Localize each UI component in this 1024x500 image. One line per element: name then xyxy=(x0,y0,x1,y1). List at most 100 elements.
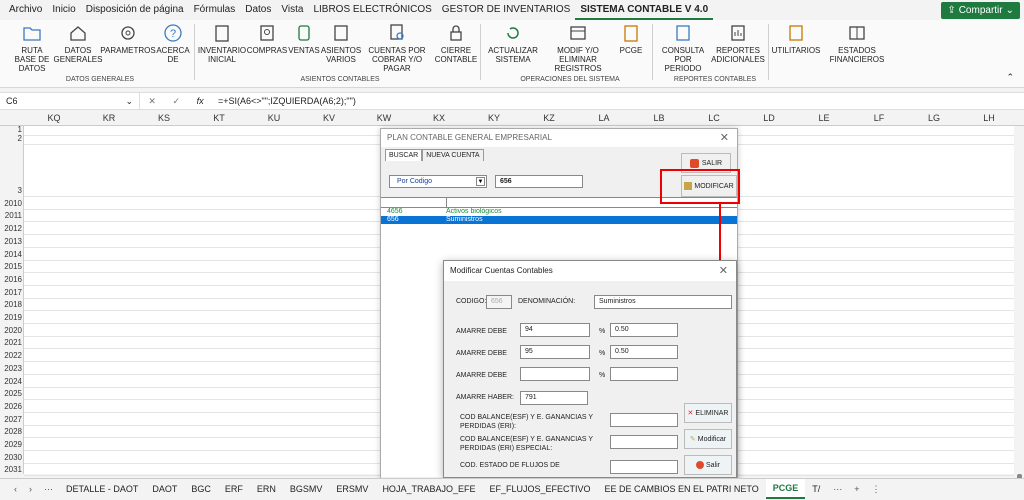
sheet-tab[interactable]: HOJA_TRABAJO_EFE xyxy=(375,479,482,500)
ventas-button[interactable]: VENTAS xyxy=(288,22,320,55)
menu-vista[interactable]: Vista xyxy=(276,0,308,20)
debe-field-3[interactable] xyxy=(520,367,590,381)
formula-input[interactable]: =+SI(A6<>"";IZQUIERDA(A6;2);"") xyxy=(212,96,1024,106)
pct-field-2[interactable]: 0.50 xyxy=(610,345,678,359)
tab-options-icon[interactable]: ⋮ xyxy=(865,484,886,495)
column-header[interactable]: LA xyxy=(576,113,632,123)
pct-field-3[interactable] xyxy=(610,367,678,381)
row-header[interactable]: 2010 xyxy=(0,199,24,208)
column-header[interactable]: KY xyxy=(466,113,522,123)
acerca-button[interactable]: ? ACERCA DE xyxy=(156,22,190,64)
share-button[interactable]: ⇪ Compartir ⌄ xyxy=(941,2,1020,19)
ribbon-collapse-icon[interactable]: ⌃ xyxy=(1006,72,1014,83)
sheet-tab[interactable]: ERF xyxy=(218,479,250,500)
cod-flujos-field[interactable] xyxy=(610,460,678,474)
row-header[interactable]: 2012 xyxy=(0,224,24,233)
column-header[interactable]: KU xyxy=(246,113,302,123)
column-header[interactable]: KZ xyxy=(521,113,577,123)
prev-sheet-icon[interactable]: ‹ xyxy=(8,484,23,494)
row-header[interactable]: 2026 xyxy=(0,402,24,411)
column-header[interactable]: KX xyxy=(411,113,467,123)
sheet-tab[interactable]: BGSMV xyxy=(283,479,330,500)
menu-archivo[interactable]: Archivo xyxy=(4,0,47,20)
column-header[interactable]: KV xyxy=(301,113,357,123)
add-sheet-icon[interactable]: + xyxy=(848,484,865,494)
sheet-tab[interactable]: T/ xyxy=(805,479,827,500)
inventario-inicial-button[interactable]: INVENTARIO INICIAL xyxy=(198,22,246,64)
column-header[interactable]: KT xyxy=(191,113,247,123)
sheet-tab[interactable]: DETALLE - DAOT xyxy=(59,479,145,500)
column-header[interactable]: LH xyxy=(961,113,1017,123)
cancel-icon[interactable]: ✕ xyxy=(148,96,156,107)
row-header[interactable]: 2019 xyxy=(0,313,24,322)
search-type-select[interactable]: Por Codigo ▼ xyxy=(389,175,487,188)
row-header[interactable]: 2017 xyxy=(0,288,24,297)
row-header[interactable]: 3 xyxy=(0,186,24,195)
more-tabs-icon[interactable]: ⋯ xyxy=(827,484,848,495)
salir-dialog-button[interactable]: Salir xyxy=(684,455,732,475)
datos-generales-button[interactable]: DATOS GENERALES xyxy=(54,22,102,64)
row-header[interactable]: 2022 xyxy=(0,351,24,360)
pcge-button[interactable]: PCGE xyxy=(616,22,646,55)
menu-datos[interactable]: Datos xyxy=(240,0,276,20)
row-header[interactable]: 2016 xyxy=(0,275,24,284)
row-header[interactable]: 2025 xyxy=(0,389,24,398)
more-sheets-icon[interactable]: ⋯ xyxy=(38,484,59,495)
cod-balance-especial-field[interactable] xyxy=(610,435,678,449)
row-header[interactable]: 2028 xyxy=(0,427,24,436)
tab-nueva-cuenta[interactable]: NUEVA CUENTA xyxy=(422,149,484,161)
estados-financieros-button[interactable]: ESTADOS FINANCIEROS xyxy=(826,22,888,64)
search-input[interactable]: 656 xyxy=(495,175,583,188)
sheet-tab[interactable]: ERN xyxy=(250,479,283,500)
column-header[interactable]: KQ xyxy=(26,113,82,123)
reportes-adicionales-button[interactable]: REPORTES ADICIONALES xyxy=(710,22,766,64)
menu-gestor[interactable]: GESTOR DE INVENTARIOS xyxy=(437,0,576,20)
row-header[interactable]: 2014 xyxy=(0,250,24,259)
column-header[interactable]: KW xyxy=(356,113,412,123)
row-header[interactable]: 2024 xyxy=(0,377,24,386)
row-header[interactable]: 2020 xyxy=(0,326,24,335)
column-header[interactable]: LG xyxy=(906,113,962,123)
modificar-save-button[interactable]: ✎ Modificar xyxy=(684,429,732,449)
debe-field-2[interactable]: 95 xyxy=(520,345,590,359)
column-header[interactable]: LE xyxy=(796,113,852,123)
haber-field[interactable]: 791 xyxy=(520,391,588,405)
vertical-scrollbar[interactable] xyxy=(1014,126,1024,486)
modif-eliminar-button[interactable]: MODIF Y/O ELIMINAR REGISTROS xyxy=(542,22,614,73)
name-box[interactable]: C6 ⌄ xyxy=(0,93,140,109)
tab-buscar[interactable]: BUSCAR xyxy=(385,149,423,161)
cod-balance-field[interactable] xyxy=(610,413,678,427)
column-header[interactable]: KR xyxy=(81,113,137,123)
confirm-icon[interactable]: ✓ xyxy=(172,96,180,107)
utilitarios-button[interactable]: UTILITARIOS xyxy=(772,22,820,55)
parametros-button[interactable]: PARAMETROS xyxy=(100,22,156,55)
row-header[interactable]: 2030 xyxy=(0,453,24,462)
codigo-field[interactable]: 656 xyxy=(486,295,512,309)
debe-field-1[interactable]: 94 xyxy=(520,323,590,337)
cierre-contable-button[interactable]: CIERRE CONTABLE xyxy=(434,22,478,64)
row-header[interactable]: 2021 xyxy=(0,338,24,347)
next-sheet-icon[interactable]: › xyxy=(23,484,38,494)
dropdown-arrow-icon[interactable]: ▼ xyxy=(476,177,485,186)
asientos-varios-button[interactable]: ASIENTOS VARIOS xyxy=(320,22,362,64)
cuentas-cobrar-button[interactable]: CUENTAS POR COBRAR Y/O PAGAR xyxy=(360,22,434,73)
list-item-selected[interactable]: 656 Suministros xyxy=(381,216,737,224)
column-header[interactable]: LC xyxy=(686,113,742,123)
row-header[interactable]: 2018 xyxy=(0,300,24,309)
menu-libros[interactable]: LIBROS ELECTRÓNICOS xyxy=(308,0,436,20)
sheet-tab[interactable]: BGC xyxy=(184,479,218,500)
column-header[interactable]: LB xyxy=(631,113,687,123)
row-header[interactable]: 2011 xyxy=(0,211,24,220)
row-header[interactable]: 2029 xyxy=(0,440,24,449)
actualizar-sistema-button[interactable]: ACTUALIZAR SISTEMA xyxy=(484,22,542,64)
row-header[interactable]: 2013 xyxy=(0,237,24,246)
list-item[interactable]: 4656 Activos biológicos xyxy=(381,208,737,216)
row-header[interactable]: 2 xyxy=(0,134,24,143)
sheet-tab[interactable]: EE DE CAMBIOS EN EL PATRI NETO xyxy=(598,479,766,500)
sheet-tab[interactable]: EF_FLUJOS_EFECTIVO xyxy=(482,479,597,500)
denominacion-field[interactable]: Suministros xyxy=(594,295,732,309)
row-header[interactable]: 2027 xyxy=(0,415,24,424)
row-header[interactable]: 1 xyxy=(0,125,24,134)
pct-field-1[interactable]: 0.50 xyxy=(610,323,678,337)
column-header[interactable]: KS xyxy=(136,113,192,123)
